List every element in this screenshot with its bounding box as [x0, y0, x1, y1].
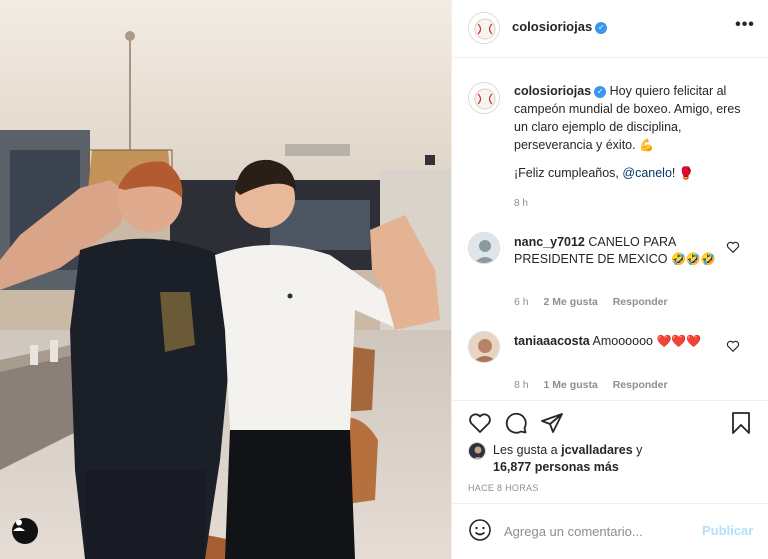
bookmark-icon[interactable] — [729, 411, 753, 435]
comment-input[interactable] — [504, 518, 684, 544]
comment-icon[interactable] — [504, 411, 528, 435]
comment-likes-count[interactable]: 2 Me gusta — [544, 296, 598, 308]
likes-prefix: Les gusta a — [493, 443, 562, 457]
caption-timestamp[interactable]: 8 h — [514, 198, 528, 209]
heart-icon[interactable] — [468, 411, 492, 435]
verified-badge-icon: ✓ — [595, 21, 608, 34]
author-username[interactable]: colosioriojas ✓ — [512, 19, 608, 34]
reply-button[interactable]: Responder — [613, 296, 668, 308]
liker-avatar-image — [469, 443, 485, 459]
commenter-avatar-image — [469, 233, 499, 263]
likes-middle: y — [632, 443, 643, 457]
baseball-avatar-image — [469, 13, 499, 43]
liker-avatar[interactable] — [468, 442, 486, 460]
comment-like-heart-icon[interactable] — [726, 339, 740, 353]
comment-time[interactable]: 8 h — [514, 379, 529, 391]
user-tag-button[interactable] — [12, 518, 38, 544]
commenter-avatar-image — [469, 332, 499, 362]
comment-username[interactable]: taniaaacosta — [514, 334, 590, 348]
comment-text: Amoooooo — [592, 334, 653, 348]
liker-username[interactable]: jcvalladares — [561, 443, 633, 457]
mention-link[interactable]: @canelo — [622, 166, 672, 180]
action-bar — [452, 400, 768, 440]
share-icon[interactable] — [540, 411, 564, 435]
commenter-avatar[interactable] — [468, 331, 500, 363]
comment-like-heart-icon[interactable] — [726, 240, 740, 254]
baseball-avatar-image — [469, 83, 499, 113]
comment-likes-count[interactable]: 1 Me gusta — [544, 379, 598, 391]
caption-body: colosioriojas ✓ Hoy quiero felicitar al c… — [514, 82, 754, 154]
user-tag-icon — [13, 519, 25, 531]
post-header: colosioriojas ✓ ••• — [452, 0, 768, 58]
comment-body: taniaaacosta Amoooooo ❤️❤️❤️ — [514, 333, 734, 350]
instagram-post-window: colosioriojas ✓ ••• colosioriojas ✓ Hoy qu… — [0, 0, 768, 559]
birthday-suffix: ! — [671, 166, 676, 180]
caption-birthday-line: ¡Feliz cumpleaños, @canelo! 🥊 — [514, 164, 754, 182]
publish-comment-button[interactable]: Publicar — [702, 523, 753, 538]
comment-meta: 6 h 2 Me gusta Responder — [514, 296, 680, 308]
comment-body: nanc_y7012 CANELO PARA PRESIDENTE DE MEX… — [514, 234, 734, 268]
author-avatar[interactable] — [468, 12, 500, 44]
likes-count[interactable]: 16,877 personas más — [493, 460, 619, 474]
comment-meta: 8 h 1 Me gusta Responder — [514, 379, 680, 391]
smiley-icon[interactable] — [468, 518, 492, 542]
red-heart-emoji: ❤️❤️❤️ — [656, 334, 702, 348]
birthday-text: ¡Feliz cumpleaños, — [514, 166, 623, 180]
reply-button[interactable]: Responder — [613, 379, 668, 391]
boxing-glove-emoji: 🥊 — [678, 166, 694, 180]
caption-username[interactable]: colosioriojas — [514, 84, 591, 98]
post-time-ago[interactable]: HACE 8 HORAS — [468, 483, 539, 493]
photo-illustration — [0, 0, 451, 559]
comment-username[interactable]: nanc_y7012 — [514, 235, 585, 249]
flexed-biceps-emoji: 💪 — [639, 138, 655, 152]
post-photo[interactable] — [0, 0, 451, 559]
more-options-button[interactable]: ••• — [734, 17, 756, 36]
verified-badge-icon: ✓ — [594, 85, 607, 98]
commenter-avatar[interactable] — [468, 232, 500, 264]
caption-author-avatar[interactable] — [468, 82, 500, 114]
comment-time[interactable]: 6 h — [514, 296, 529, 308]
author-username-text[interactable]: colosioriojas — [512, 19, 592, 34]
laughing-emoji: 🤣🤣🤣 — [670, 252, 716, 266]
add-comment-bar: Publicar — [452, 503, 768, 559]
post-side-panel: colosioriojas ✓ ••• colosioriojas ✓ Hoy qu… — [451, 0, 768, 559]
likes-text: Les gusta a jcvalladares y 16,877 person… — [493, 442, 753, 476]
